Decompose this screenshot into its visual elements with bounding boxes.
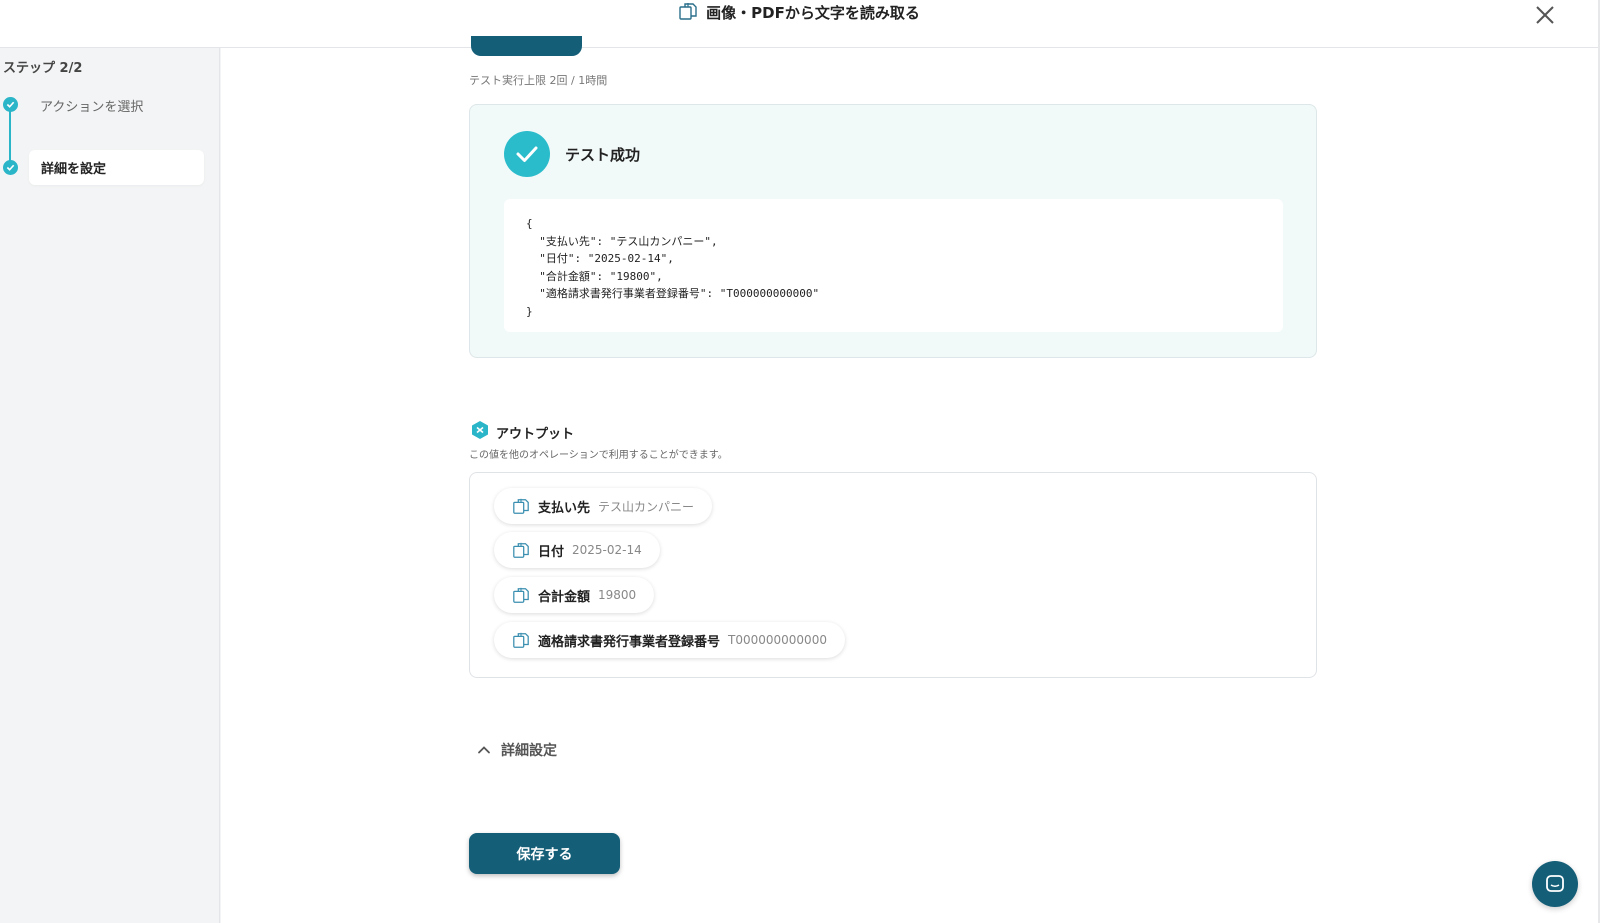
document-scan-icon bbox=[513, 587, 529, 603]
output-list: 支払い先 テス山カンパニー 日付 2025-02-14 合計金額 19800 適… bbox=[469, 472, 1317, 678]
main-content: テスト実行上限 2回 / 1時間 テスト成功 { "支払い先": "テス山カンパ… bbox=[221, 36, 1598, 923]
output-chip-value: 19800 bbox=[598, 588, 637, 602]
json-output-box: { "支払い先": "テス山カンパニー", "日付": "2025-02-14"… bbox=[504, 199, 1283, 332]
chevron-up-icon bbox=[478, 746, 490, 754]
output-chip-label: 合計金額 bbox=[538, 589, 591, 605]
output-chip-invoice-number[interactable]: 適格請求書発行事業者登録番号 T000000000000 bbox=[494, 622, 845, 658]
output-chip-total[interactable]: 合計金額 19800 bbox=[494, 577, 655, 613]
check-circle-icon bbox=[504, 131, 550, 177]
step-item-label: 詳細を設定 bbox=[41, 162, 107, 177]
output-chip-label: 日付 bbox=[538, 544, 565, 560]
output-chip-value: T000000000000 bbox=[728, 633, 827, 647]
modal-header: 画像・PDFから文字を読み取る bbox=[0, 0, 1598, 48]
json-output-text: { "支払い先": "テス山カンパニー", "日付": "2025-02-14"… bbox=[526, 217, 820, 318]
header-title-group: 画像・PDFから文字を読み取る bbox=[678, 1, 920, 25]
output-description: この値を他のオペレーションで利用することができます。 bbox=[469, 450, 728, 461]
output-title: アウトプット bbox=[496, 426, 575, 442]
output-chip-date[interactable]: 日付 2025-02-14 bbox=[494, 532, 660, 568]
test-limit-text: テスト実行上限 2回 / 1時間 bbox=[469, 74, 608, 87]
chat-support-button[interactable] bbox=[1532, 861, 1578, 907]
document-scan-icon bbox=[513, 542, 529, 558]
advanced-settings-label: 詳細設定 bbox=[501, 743, 557, 759]
advanced-settings-toggle[interactable]: 詳細設定 bbox=[477, 740, 557, 760]
step-complete-icon bbox=[3, 160, 18, 175]
output-chip-label: 適格請求書発行事業者登録番号 bbox=[538, 634, 721, 650]
step-counter: ステップ 2/2 bbox=[3, 61, 83, 76]
output-chip-value: テス山カンパニー bbox=[598, 499, 695, 514]
output-chip-label: 支払い先 bbox=[538, 500, 591, 516]
chat-icon bbox=[1546, 875, 1564, 892]
step-sidebar: ステップ 2/2 アクションを選択 詳細を設定 bbox=[0, 48, 220, 923]
document-scan-icon bbox=[513, 498, 529, 514]
step-item-configure-details[interactable]: 詳細を設定 bbox=[29, 150, 204, 185]
document-scan-icon bbox=[678, 1, 698, 25]
output-chip-payee[interactable]: 支払い先 テス山カンパニー bbox=[494, 488, 713, 524]
test-button[interactable] bbox=[471, 36, 582, 56]
step-item-select-action[interactable]: アクションを選択 bbox=[40, 96, 143, 115]
step-complete-icon bbox=[3, 97, 18, 112]
output-variable-icon bbox=[470, 420, 490, 444]
close-icon bbox=[1536, 6, 1554, 24]
modal-title: 画像・PDFから文字を読み取る bbox=[706, 4, 920, 22]
test-result-panel: テスト成功 { "支払い先": "テス山カンパニー", "日付": "2025-… bbox=[469, 104, 1317, 358]
close-button[interactable] bbox=[1532, 2, 1558, 28]
output-chip-value: 2025-02-14 bbox=[572, 543, 642, 557]
test-success-title: テスト成功 bbox=[565, 146, 641, 164]
document-scan-icon bbox=[513, 632, 529, 648]
save-button[interactable]: 保存する bbox=[469, 833, 620, 874]
output-heading: アウトプット bbox=[470, 420, 574, 444]
